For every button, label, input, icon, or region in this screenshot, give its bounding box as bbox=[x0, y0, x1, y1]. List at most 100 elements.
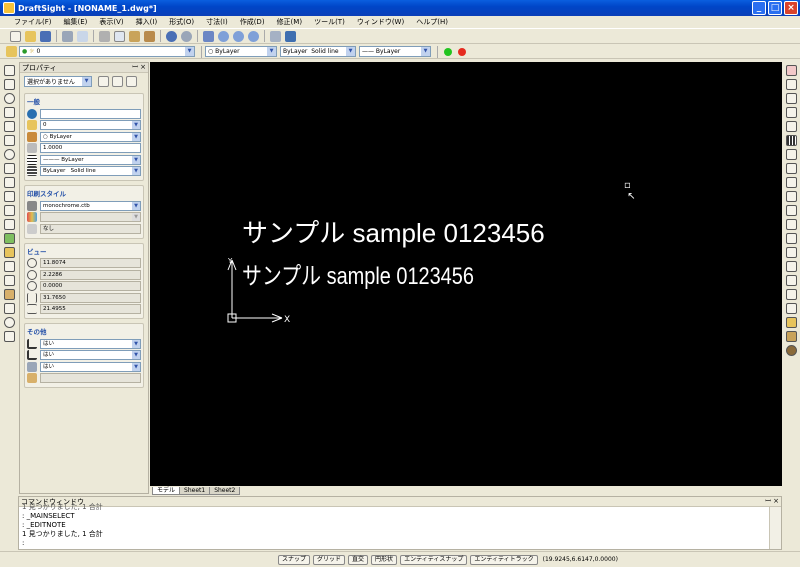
fill-icon[interactable] bbox=[785, 345, 797, 356]
menu-dimension[interactable]: 寸法(I) bbox=[200, 17, 234, 27]
pan-icon[interactable] bbox=[203, 30, 214, 42]
copy-entity-icon[interactable] bbox=[785, 79, 797, 90]
menu-insert[interactable]: 挿入(I) bbox=[130, 17, 164, 27]
panel-close-icon[interactable]: ꟷ × bbox=[132, 63, 146, 72]
selection-dropdown[interactable]: 選択がありません ▼ bbox=[24, 75, 92, 87]
drawing-canvas[interactable]: サンプル sample 0123456 サンプル sample 0123456 … bbox=[150, 62, 782, 486]
infinite-line-icon[interactable] bbox=[3, 79, 15, 90]
layer-field[interactable]: 0 ▼ bbox=[40, 120, 141, 130]
color-field[interactable]: ○ ByLayer ▼ bbox=[40, 131, 141, 142]
print-table-field[interactable]: monochrome.ctb ▼ bbox=[40, 200, 141, 211]
table-icon[interactable] bbox=[3, 261, 15, 272]
zoom-icon[interactable] bbox=[218, 30, 229, 42]
layer-manager-icon[interactable] bbox=[6, 46, 17, 57]
fillet-icon[interactable] bbox=[785, 233, 797, 244]
menu-window[interactable]: ウィンドウ(W) bbox=[351, 17, 410, 27]
select-objects-icon[interactable] bbox=[112, 75, 123, 87]
menu-edit[interactable]: 編集(E) bbox=[58, 17, 94, 27]
stretch-icon[interactable] bbox=[785, 191, 797, 202]
grid-button[interactable]: グリッド bbox=[313, 554, 346, 565]
paste-icon[interactable] bbox=[129, 30, 140, 42]
erase-icon[interactable] bbox=[785, 65, 797, 76]
note-icon[interactable] bbox=[3, 275, 15, 286]
redo-icon[interactable] bbox=[181, 30, 192, 42]
linetype-dropdown[interactable]: ByLayer Solid line ▼ bbox=[280, 46, 356, 57]
edit-block-icon[interactable] bbox=[785, 317, 797, 328]
image-icon[interactable] bbox=[3, 289, 15, 300]
match-properties-icon[interactable] bbox=[144, 30, 155, 42]
extend-icon[interactable] bbox=[785, 219, 797, 230]
line-icon[interactable] bbox=[3, 65, 15, 76]
scale-entity-icon[interactable] bbox=[785, 177, 797, 188]
red-status-icon[interactable] bbox=[458, 47, 466, 56]
linetype-field[interactable]: ——— ByLayer ▼ bbox=[40, 154, 141, 165]
freehand-icon[interactable] bbox=[3, 205, 15, 216]
polygon-icon[interactable] bbox=[3, 121, 15, 132]
layer-dropdown[interactable]: ● ☼ 0 ▼ bbox=[19, 46, 195, 57]
menu-tools[interactable]: ツール(T) bbox=[308, 17, 351, 27]
ellipse-icon[interactable] bbox=[3, 149, 15, 160]
shape-icon[interactable] bbox=[3, 331, 15, 342]
save-icon[interactable] bbox=[40, 30, 51, 42]
minimize-button[interactable]: _ bbox=[752, 1, 766, 15]
ucs-origin-field[interactable]: はい ▼ bbox=[40, 350, 141, 360]
linestyle-field[interactable]: ByLayer Solid line ▼ bbox=[40, 166, 141, 176]
polyline-icon[interactable] bbox=[3, 163, 15, 174]
join-icon[interactable] bbox=[785, 275, 797, 286]
rectangle-icon[interactable] bbox=[3, 107, 15, 118]
lineweight-dropdown[interactable]: —— ByLayer ▼ bbox=[359, 46, 431, 57]
menu-format[interactable]: 形式(O) bbox=[163, 17, 200, 27]
open-icon[interactable] bbox=[25, 30, 36, 42]
chamfer-icon[interactable] bbox=[785, 247, 797, 258]
rotate-icon[interactable] bbox=[785, 163, 797, 174]
array-icon[interactable] bbox=[785, 135, 797, 146]
command-history[interactable]: 1 見つかりました, 1 合計 : _MAINSELECT : _EDITNOT… bbox=[19, 503, 769, 549]
undo-icon[interactable] bbox=[166, 30, 177, 42]
cut-icon[interactable] bbox=[99, 30, 110, 42]
properties-icon[interactable] bbox=[270, 30, 281, 42]
command-scrollbar[interactable] bbox=[769, 507, 781, 549]
hatch-icon[interactable] bbox=[3, 219, 15, 230]
move-icon[interactable] bbox=[785, 149, 797, 160]
explode-icon[interactable] bbox=[785, 289, 797, 300]
menu-file[interactable]: ファイル(F) bbox=[0, 17, 58, 27]
break-icon[interactable] bbox=[785, 261, 797, 272]
print-icon[interactable] bbox=[62, 30, 73, 42]
color-dropdown[interactable]: ○ ByLayer ▼ bbox=[205, 46, 277, 57]
paint-icon[interactable] bbox=[785, 331, 797, 342]
toggle-pickadd-icon[interactable] bbox=[126, 75, 137, 87]
zoom-window-icon[interactable] bbox=[233, 30, 244, 42]
arc-icon[interactable] bbox=[3, 135, 15, 146]
pattern-icon[interactable] bbox=[785, 121, 797, 132]
entity-snap-button[interactable]: エンティティスナップ bbox=[400, 554, 468, 565]
mirror-icon[interactable] bbox=[785, 93, 797, 104]
design-resources-icon[interactable] bbox=[285, 30, 296, 42]
menu-view[interactable]: 表示(V) bbox=[93, 17, 129, 27]
entity-track-button[interactable]: エンティティトラック bbox=[470, 554, 538, 565]
canvas-text-1[interactable]: サンプル sample 0123456 bbox=[242, 213, 545, 250]
menu-draw[interactable]: 作成(D) bbox=[234, 17, 271, 27]
scale-field[interactable]: 1.0000 bbox=[40, 143, 141, 153]
zoom-fit-icon[interactable] bbox=[248, 30, 259, 42]
quick-select-icon[interactable] bbox=[98, 75, 109, 87]
ucs-on-field[interactable]: はい ▼ bbox=[40, 338, 141, 349]
offset-icon[interactable] bbox=[785, 107, 797, 118]
block-icon[interactable] bbox=[3, 233, 15, 244]
menu-modify[interactable]: 修正(M) bbox=[271, 17, 309, 27]
circle-icon[interactable] bbox=[3, 93, 15, 104]
print-preview-icon[interactable] bbox=[77, 30, 88, 42]
new-icon[interactable] bbox=[10, 30, 21, 42]
trim-icon[interactable] bbox=[785, 205, 797, 216]
close-button[interactable]: × bbox=[784, 1, 798, 15]
region-icon[interactable] bbox=[3, 247, 15, 258]
maximize-button[interactable]: □ bbox=[768, 1, 782, 15]
general-color-field[interactable] bbox=[40, 108, 141, 119]
point-icon[interactable] bbox=[3, 191, 15, 202]
ortho-button[interactable]: 直交 bbox=[348, 554, 369, 565]
polar-button[interactable]: 円形状 bbox=[371, 554, 398, 565]
command-prompt[interactable]: : bbox=[22, 539, 769, 548]
copy-icon[interactable] bbox=[114, 30, 125, 42]
tab-model[interactable]: モデル bbox=[152, 487, 181, 495]
wipeout-icon[interactable] bbox=[3, 303, 15, 314]
tab-sheet1[interactable]: Sheet1 bbox=[179, 487, 211, 495]
